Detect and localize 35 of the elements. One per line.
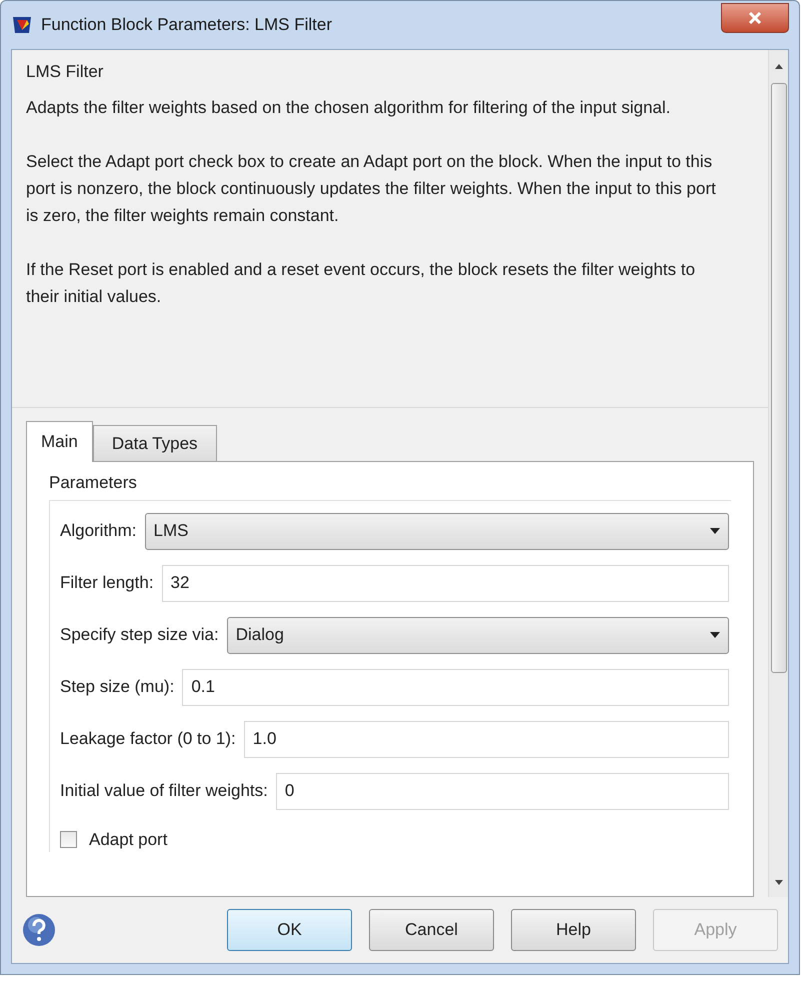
caret-icon (710, 528, 720, 534)
input-field[interactable]: 0 (276, 772, 729, 810)
dialog-button[interactable]: Help (511, 909, 636, 951)
close-icon (748, 12, 762, 24)
description-text: Select the Adapt port check box to create an Adapt port on the block. When the input to this port is nonzero, the block continuously updates the filter weights. When the input to this port is zero, the filter weights remain constant. (26, 151, 716, 227)
app-icon (11, 14, 33, 36)
input-field[interactable]: 32 (162, 564, 729, 602)
field-label: Filter length: (60, 572, 154, 594)
field-label: Algorithm: (60, 520, 137, 542)
description-text: Adapts the filter weights based on the chosen algorithm for filtering of the input signal. (26, 97, 672, 119)
scroll-down-icon (774, 880, 782, 885)
scrollbar-thumb[interactable] (770, 83, 786, 673)
close-button[interactable] (721, 3, 789, 33)
group-title: Parameters (49, 472, 138, 494)
dropdown[interactable]: LMS (144, 512, 729, 550)
checkbox[interactable] (60, 830, 77, 848)
dropdown[interactable]: Dialog (226, 616, 729, 654)
window-title: Function Block Parameters: LMS Filter (41, 14, 333, 36)
dialog-button[interactable]: Cancel (369, 909, 494, 951)
block-heading: LMS Filter (26, 61, 104, 83)
tab[interactable]: Main (26, 421, 93, 462)
field-label: Initial value of filter weights: (60, 780, 268, 802)
caret-icon (710, 632, 720, 638)
dialog-button[interactable]: OK (227, 909, 352, 951)
field-label: Specify step size via: (60, 624, 219, 646)
field-label: Leakage factor (0 to 1): (60, 728, 236, 750)
scrollbar[interactable] (768, 50, 788, 897)
tab[interactable]: Data Types (92, 425, 217, 461)
checkbox-label: Adapt port (89, 828, 168, 850)
field-label: Step size (mu): (60, 676, 174, 698)
input-field[interactable]: 0.1 (182, 668, 729, 706)
description-text: If the Reset port is enabled and a reset event occurs, the block resets the filter weights to their initial values. (26, 259, 696, 308)
scroll-up-icon (774, 64, 782, 69)
input-field[interactable]: 1.0 (244, 720, 729, 758)
help-icon[interactable] (22, 913, 56, 947)
